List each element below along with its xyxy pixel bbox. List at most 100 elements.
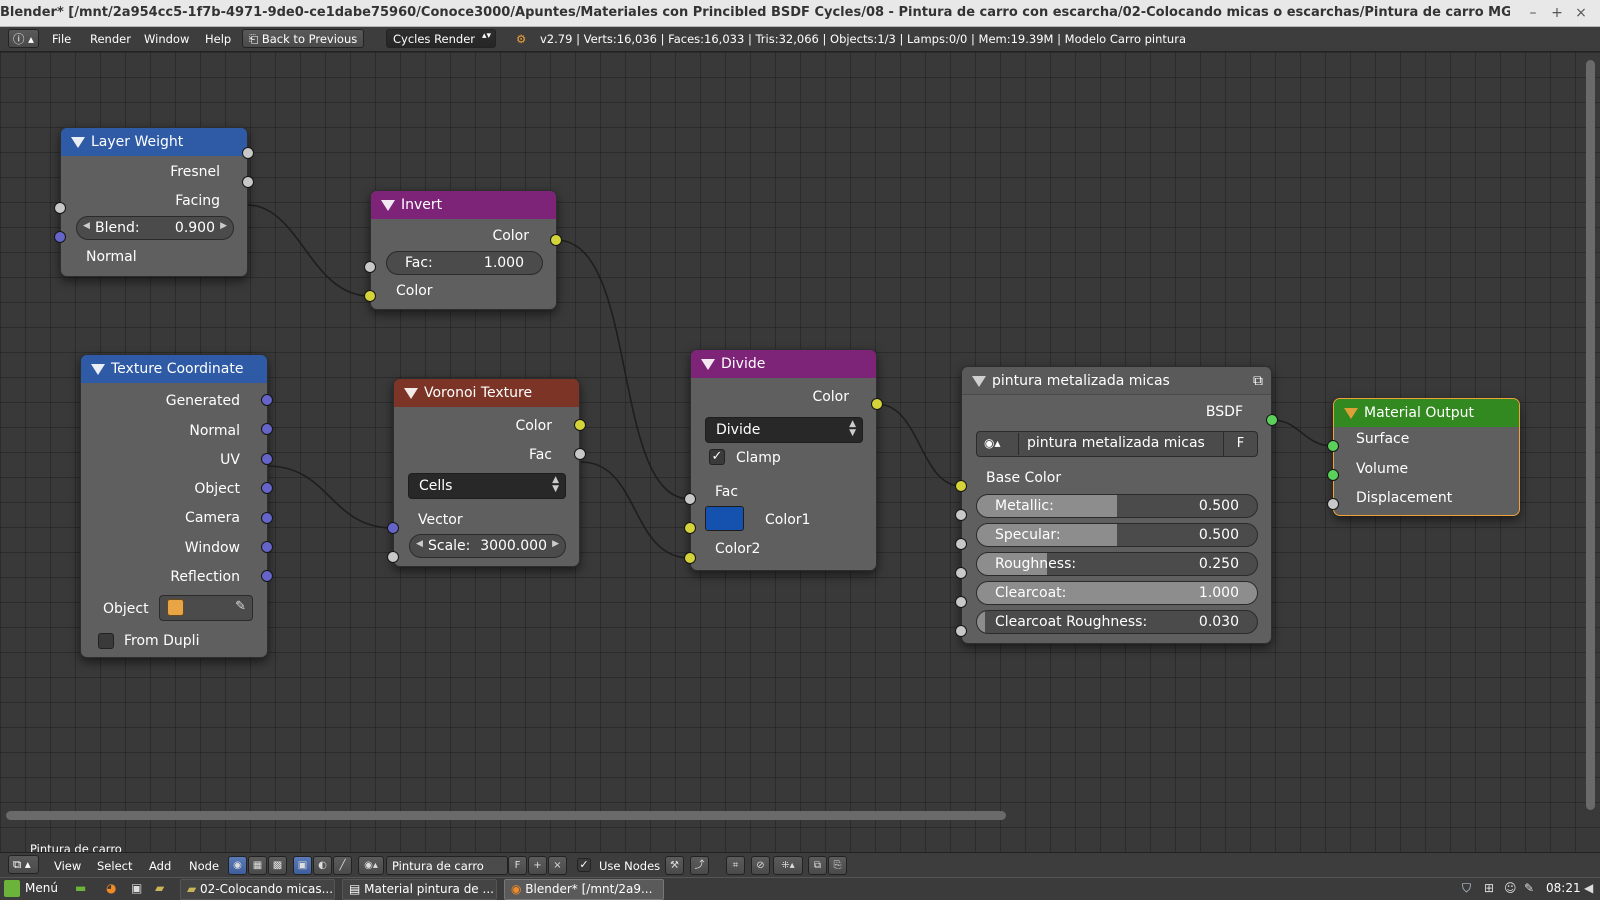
socket-scale-in[interactable] <box>387 551 399 563</box>
socket-color-out[interactable] <box>574 419 586 431</box>
collapse-triangle-icon[interactable] <box>1344 408 1358 419</box>
increment-arrow-icon[interactable]: ▶ <box>552 539 559 549</box>
menu-help[interactable]: Help <box>205 32 231 46</box>
clamp-checkbox[interactable]: ✓ <box>709 449 725 465</box>
object-shader-icon[interactable]: ▣ <box>293 856 312 875</box>
coloring-dropdown[interactable]: Cells ▲ ▼ <box>408 473 566 499</box>
socket-uv-out[interactable] <box>261 453 273 465</box>
socket-fresnel-out[interactable] <box>242 147 254 159</box>
socket-window-out[interactable] <box>261 541 273 553</box>
socket-base-color-in[interactable] <box>955 480 967 492</box>
menu-window[interactable]: Window <box>144 32 189 46</box>
backdrop-icon[interactable]: ⚒ <box>665 856 684 875</box>
compositing-nodes-icon[interactable]: ▦ <box>248 856 267 875</box>
socket-metallic-in[interactable] <box>955 509 967 521</box>
node-texture-coordinate[interactable]: Texture Coordinate Generated Normal UV O… <box>80 354 268 658</box>
firefox-icon[interactable]: ◕ <box>106 881 116 895</box>
blend-field[interactable]: ◀ Blend: 0.900 ▶ <box>76 216 234 240</box>
socket-clearcoat-roughness-in[interactable] <box>955 625 967 637</box>
socket-displacement-in[interactable] <box>1327 498 1339 510</box>
from-dupli-checkbox[interactable] <box>98 633 114 649</box>
vertical-scrollbar[interactable] <box>1586 60 1595 810</box>
node-material-output[interactable]: Material Output Surface Volume Displacem… <box>1333 398 1520 516</box>
editor-type-info-icon[interactable]: ⓘ ▴ <box>8 29 39 48</box>
menu-file[interactable]: File <box>52 32 71 46</box>
render-engine-select[interactable]: Cycles Render ▴▾ <box>386 29 496 48</box>
close-button[interactable]: × <box>1572 4 1590 22</box>
pin-icon[interactable]: ⤴ <box>690 856 709 875</box>
roughness-slider[interactable]: Roughness: 0.250 <box>976 552 1258 576</box>
use-nodes-checkbox[interactable]: ✓ <box>577 858 591 872</box>
socket-facing-out[interactable] <box>242 176 254 188</box>
scale-field[interactable]: ◀ Scale: 3000.000 ▶ <box>409 534 566 558</box>
snap-mode-icon[interactable]: ⁜▴ <box>773 856 803 875</box>
socket-bsdf-out[interactable] <box>1266 414 1278 426</box>
eyedropper-icon[interactable]: ✎ <box>235 599 246 614</box>
socket-color-in[interactable] <box>364 290 376 302</box>
socket-roughness-in[interactable] <box>955 567 967 579</box>
task-file-manager[interactable]: ▰ 02-Colocando micas... <box>180 879 335 900</box>
socket-object-out[interactable] <box>261 482 273 494</box>
files-icon[interactable]: ▰ <box>155 881 164 895</box>
group-edit-icon[interactable]: ⧉ <box>1253 367 1263 395</box>
snap-toggle-icon[interactable]: ⊘ <box>751 856 770 875</box>
datablock-name[interactable]: pintura metalizada micas <box>1027 435 1205 451</box>
task-blender[interactable]: ◉ Blender* [/mnt/2a9... <box>504 879 664 900</box>
socket-clearcoat-in[interactable] <box>955 596 967 608</box>
shader-nodes-icon[interactable]: ◉ <box>228 856 247 875</box>
back-to-previous-button[interactable]: ⎗ Back to Previous <box>242 29 365 48</box>
metallic-slider[interactable]: Metallic: 0.500 <box>976 494 1258 518</box>
socket-generated-out[interactable] <box>261 394 273 406</box>
menu-select[interactable]: Select <box>97 859 132 873</box>
node-tree-path-icon[interactable]: ⌗ <box>726 856 745 875</box>
node-header[interactable]: Texture Coordinate <box>81 355 267 383</box>
increment-arrow-icon[interactable]: ▶ <box>220 221 227 231</box>
menu-add[interactable]: Add <box>149 859 171 873</box>
pen-tablet-icon[interactable]: ✎ <box>1524 881 1534 895</box>
clearcoat-slider[interactable]: Clearcoat: 1.000 <box>976 581 1258 605</box>
collapse-triangle-icon[interactable] <box>701 359 715 370</box>
node-header[interactable]: Material Output <box>1334 399 1519 427</box>
decrement-arrow-icon[interactable]: ◀ <box>83 221 90 231</box>
node-layer-weight[interactable]: Layer Weight Fresnel Facing ◀ Blend: 0.9… <box>60 127 248 277</box>
maximize-button[interactable]: + <box>1548 4 1566 22</box>
socket-reflection-out[interactable] <box>261 570 273 582</box>
horizontal-scrollbar[interactable] <box>6 811 1006 820</box>
minimize-button[interactable]: – <box>1524 4 1542 22</box>
node-divide[interactable]: Divide Color Divide ▲ ▼ ✓ Clamp Fac Color… <box>690 349 877 571</box>
nodetree-browse-icon[interactable]: ◉▴ <box>979 433 1019 455</box>
material-fake-user-button[interactable]: F <box>508 856 527 875</box>
socket-normal-in[interactable] <box>54 231 66 243</box>
collapse-triangle-icon[interactable] <box>404 388 418 399</box>
socket-camera-out[interactable] <box>261 512 273 524</box>
specular-slider[interactable]: Specular: 0.500 <box>976 523 1258 547</box>
socket-blend-in[interactable] <box>54 202 66 214</box>
socket-fac-out[interactable] <box>574 448 586 460</box>
socket-specular-in[interactable] <box>955 538 967 550</box>
menu-node[interactable]: Node <box>189 859 219 873</box>
socket-color-out[interactable] <box>871 398 883 410</box>
menu-view[interactable]: View <box>54 859 81 873</box>
collapse-triangle-icon[interactable] <box>91 364 105 375</box>
terminal-icon[interactable]: ▣ <box>131 881 142 895</box>
material-browse-icon[interactable]: ◉▴ <box>358 856 384 875</box>
socket-vector-in[interactable] <box>387 522 399 534</box>
node-invert[interactable]: Invert Color Fac: 1.000 Color <box>370 190 557 310</box>
node-header[interactable]: Voronoi Texture <box>394 379 579 407</box>
world-shader-icon[interactable]: ◐ <box>313 856 332 875</box>
fac-field[interactable]: Fac: 1.000 <box>386 251 543 275</box>
object-picker-field[interactable]: ✎ <box>159 595 253 621</box>
node-group-pintura-metalizada[interactable]: pintura metalizada micas ⧉ BSDF ◉▴ pintu… <box>961 366 1272 644</box>
menu-render[interactable]: Render <box>90 32 131 46</box>
fake-user-button[interactable]: F <box>1223 432 1257 456</box>
clearcoat-roughness-slider[interactable]: Clearcoat Roughness: 0.030 <box>976 610 1258 634</box>
collapse-triangle-icon[interactable] <box>381 200 395 211</box>
socket-fac-in[interactable] <box>364 261 376 273</box>
node-header[interactable]: Invert <box>371 191 556 219</box>
operation-dropdown[interactable]: Divide ▲ ▼ <box>705 417 863 443</box>
task-document[interactable]: ▤ Material pintura de ... <box>342 879 497 900</box>
socket-normal-out[interactable] <box>261 423 273 435</box>
paste-nodes-icon[interactable]: ⎘ <box>828 856 847 875</box>
node-editor-canvas[interactable]: Layer Weight Fresnel Facing ◀ Blend: 0.9… <box>0 52 1600 852</box>
editor-type-node-icon[interactable]: ⧉ ▴ <box>8 855 39 874</box>
